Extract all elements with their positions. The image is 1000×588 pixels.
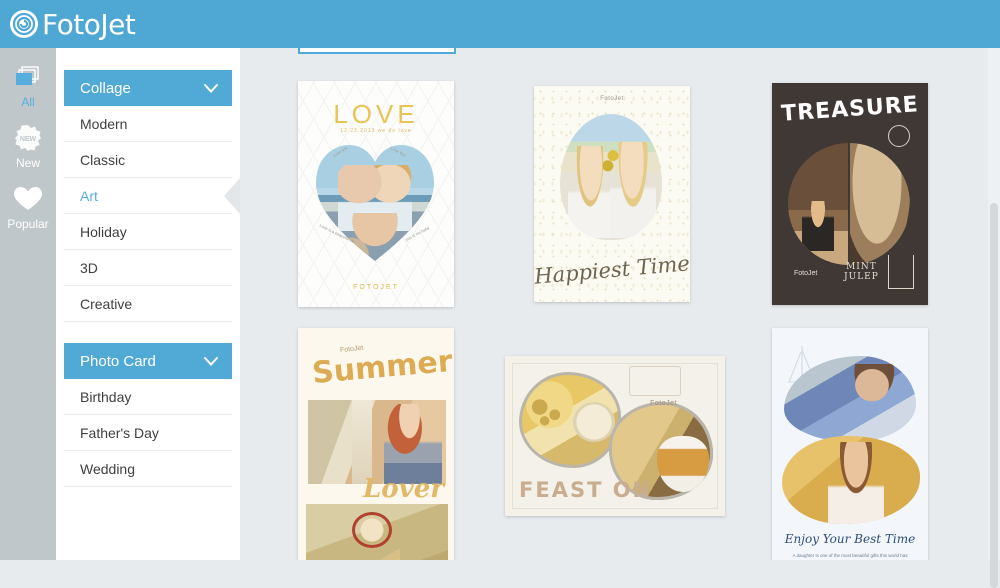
menu-item-label: 3D [80,259,98,276]
template-card-happiest-time[interactable]: FotoJet Happiest Time [534,86,690,302]
template-artwork-summer-lover: FotoJet Summer Lover [298,328,454,560]
template-card-feast-on[interactable]: FotoJet FEAST ON [505,356,725,516]
menu-item-3d[interactable]: 3D [64,250,232,286]
split-circle-photo-frame [788,143,910,265]
template-artwork-treasure: TREASURE FotoJet MINT JULEP [772,83,928,305]
template-caption-line2: JULEP [844,272,879,283]
rail-item-new[interactable]: NEW New [0,109,56,170]
group-title: Photo Card [80,352,156,370]
template-artwork-love: LOVE 12.23.2013 we do love Love you Love… [298,81,454,307]
template-card-love[interactable]: LOVE 12.23.2013 we do love Love you Love… [298,81,454,307]
glass-sketch-icon [888,255,914,289]
template-script-text: Enjoy Your Best Time [784,532,916,546]
group-header-collage[interactable]: Collage [64,70,232,106]
app-header: FotoJet [0,0,1000,48]
rail-item-label: All [21,95,35,109]
menu-item-label: Modern [80,115,128,132]
menu-item-label: Classic [80,151,126,168]
template-body-text: A daughter is one of the most beautiful … [792,553,908,558]
menu-item-label: Father's Day [80,424,159,441]
template-thumbnail-partial[interactable] [298,48,456,54]
menu-item-wedding[interactable]: Wedding [64,451,232,487]
app-brand-name: FotoJet [42,7,136,41]
template-grid: LOVE 12.23.2013 we do love Love you Love… [240,48,1000,560]
template-subtitle: 12.23.2013 we do love [340,128,412,134]
category-panel: Collage Modern Classic Art Holiday 3D Cr… [56,48,240,560]
template-artwork-feast-on: FotoJet FEAST ON [505,356,725,516]
template-footer-brand: FOTOJET [353,284,399,291]
menu-item-fathers-day[interactable]: Father's Day [64,415,232,451]
rail-item-all[interactable]: All [0,48,56,109]
template-artwork-enjoy-best-time: Enjoy Your Best Time A daughter is one o… [772,328,928,560]
spiral-logo-icon [10,10,38,38]
template-title: LOVE [333,99,419,129]
rail-item-label: New [15,156,40,170]
content-scrollbar-track[interactable] [988,48,1000,588]
active-category-pointer [224,178,240,214]
new-burst-icon: NEW [15,123,41,153]
menu-item-label: Art [80,187,98,204]
template-brand: FotoJet [600,96,624,102]
template-title: FEAST ON [519,478,653,502]
menu-item-birthday[interactable]: Birthday [64,379,232,415]
menu-item-label: Birthday [80,388,132,405]
emblem-sketch-icon [629,366,681,396]
template-title-bottom: Lover [363,474,444,504]
template-brand: FotoJet [794,270,818,277]
rail-item-popular[interactable]: Popular [0,170,56,231]
icon-rail: All NEW New Popular [0,48,56,560]
photo-frame-top [308,400,446,484]
svg-text:NEW: NEW [20,136,37,143]
menu-item-modern[interactable]: Modern [64,106,232,142]
template-card-enjoy-best-time[interactable]: Enjoy Your Best Time A daughter is one o… [772,328,928,560]
chevron-down-icon [204,356,218,366]
menu-item-creative[interactable]: Creative [64,286,232,322]
menu-item-art[interactable]: Art [64,178,232,214]
group-header-photo-card[interactable]: Photo Card [64,343,232,379]
menu-item-label: Creative [80,295,133,312]
app-logo[interactable]: FotoJet [0,7,136,41]
template-title: TREASURE [780,92,920,127]
template-artwork-happiest-time: FotoJet Happiest Time [534,86,690,302]
photo-frame-bottom [306,504,448,560]
photo-frame-cheese [519,372,621,468]
layers-icon [15,62,41,92]
menu-item-classic[interactable]: Classic [64,142,232,178]
menu-item-label: Holiday [80,223,127,240]
template-brand: FotoJet [650,400,677,407]
menu-item-holiday[interactable]: Holiday [64,214,232,250]
heart-icon [14,184,42,214]
rail-item-label: Popular [7,217,49,231]
group-title: Collage [80,79,131,97]
template-caption: MINT JULEP [844,262,879,283]
chevron-down-icon [204,83,218,93]
template-card-treasure[interactable]: TREASURE FotoJet MINT JULEP [772,83,928,305]
content-scrollbar-thumb[interactable] [990,203,998,588]
cloud-photo-frame-bottom [782,436,920,524]
menu-item-label: Wedding [80,460,136,477]
template-card-summer-lover[interactable]: FotoJet Summer Lover [298,328,454,560]
template-title-top: Summer [310,343,454,392]
